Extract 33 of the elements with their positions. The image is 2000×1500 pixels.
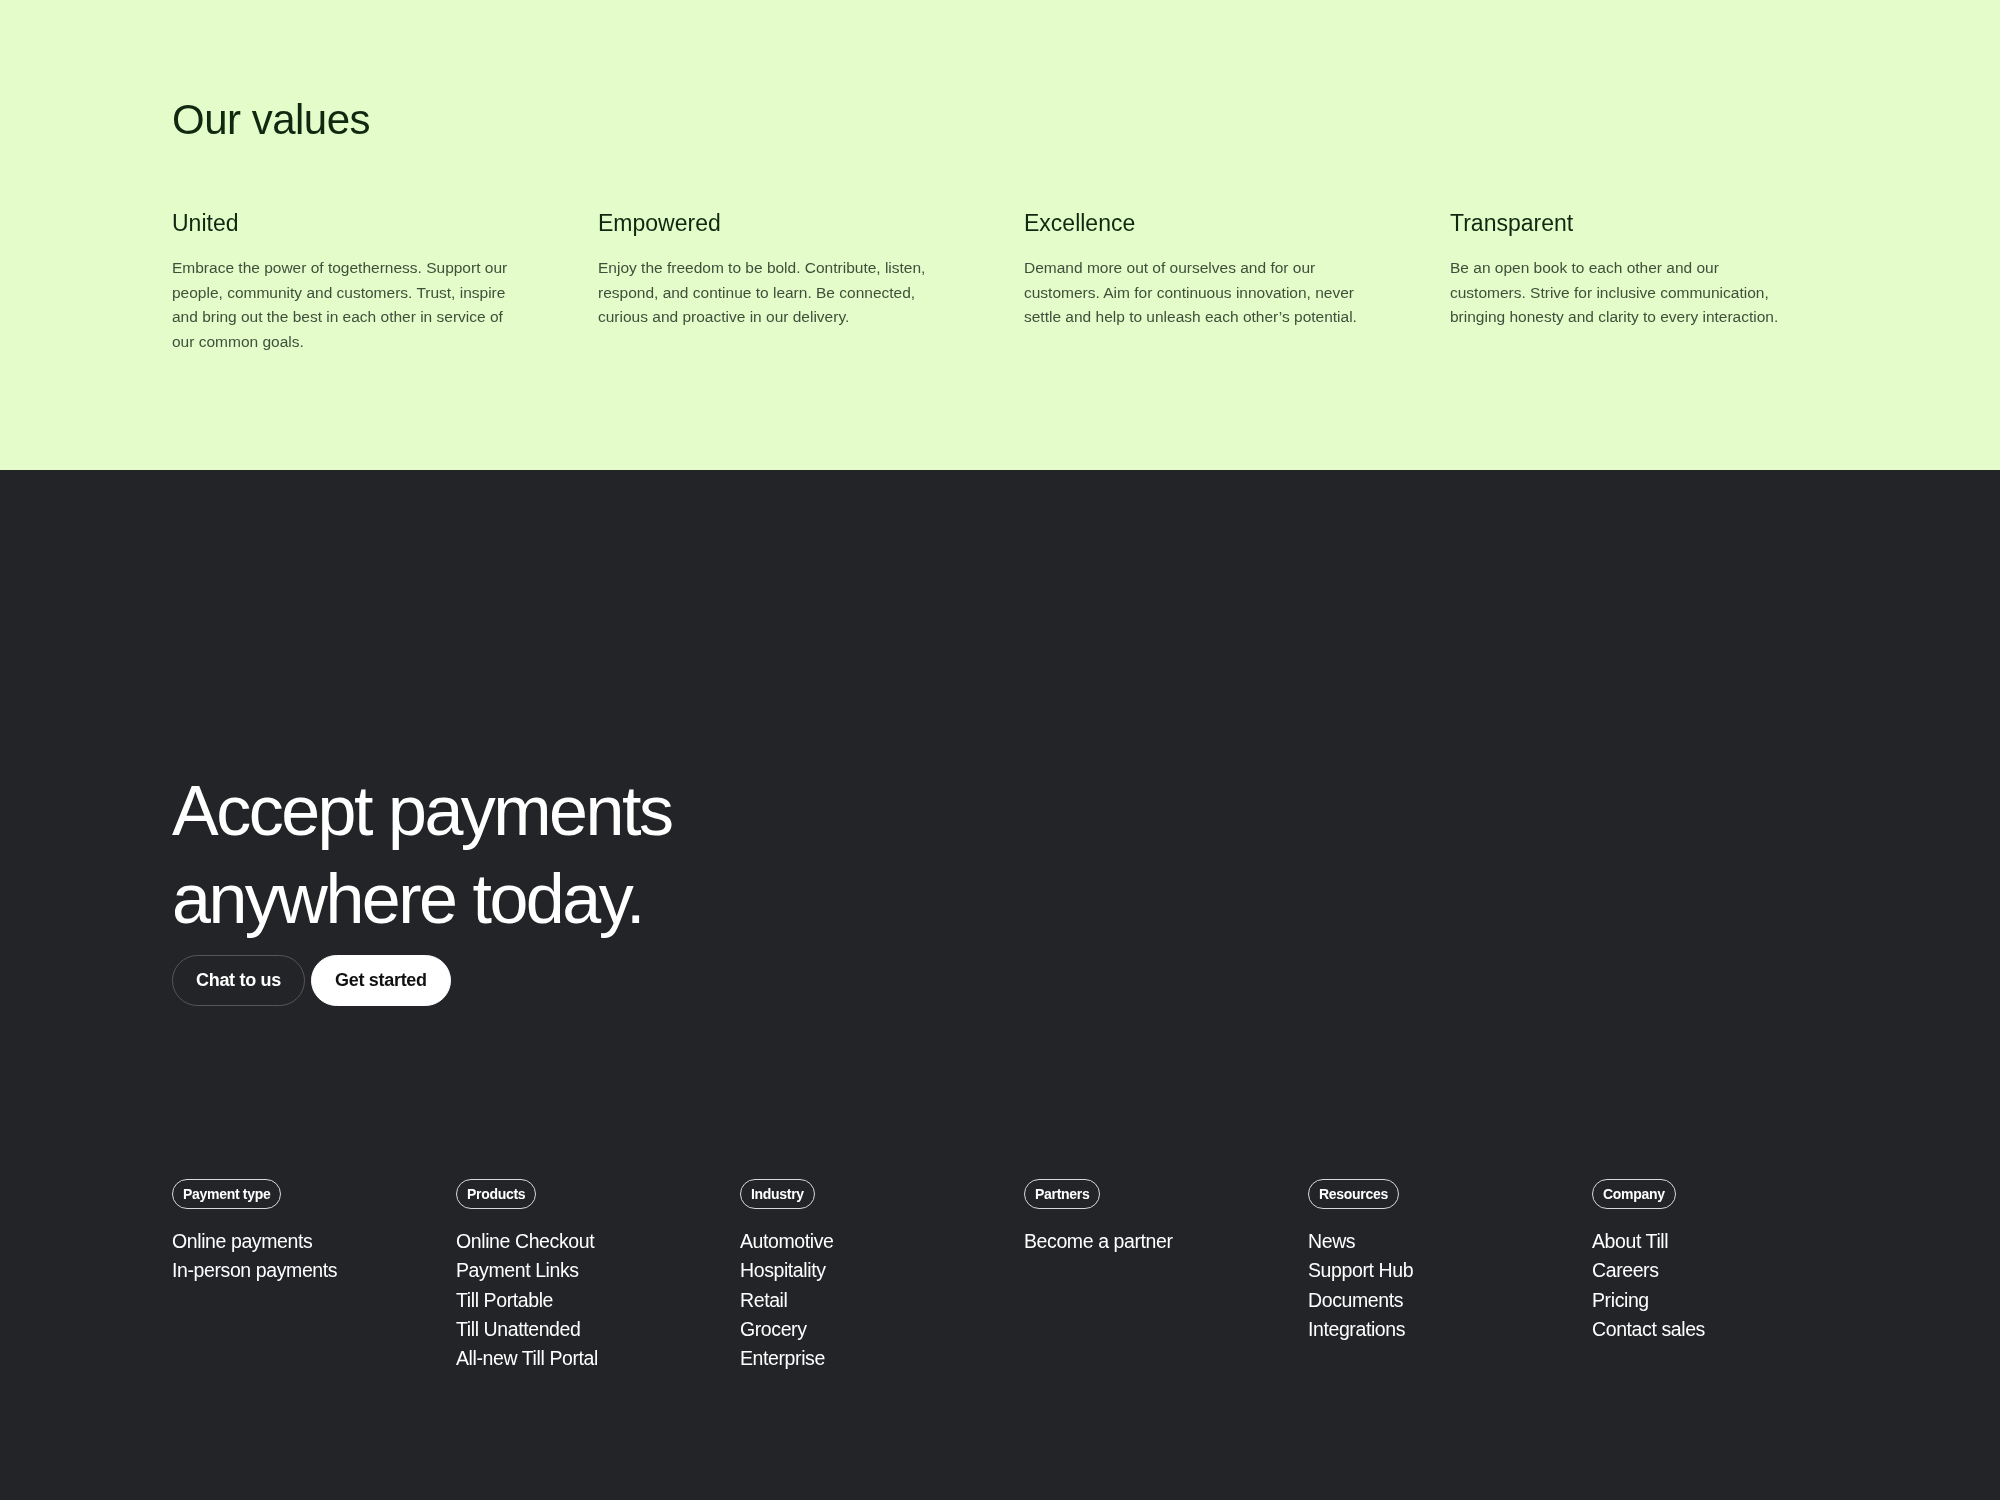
- footer-link[interactable]: Automotive: [740, 1227, 834, 1257]
- footer-link[interactable]: About Till: [1592, 1227, 1705, 1257]
- footer-link[interactable]: News: [1308, 1227, 1414, 1257]
- footer-link[interactable]: Grocery: [740, 1314, 834, 1345]
- value-description: Embrace the power of togetherness. Support our people, community and customers. Trust, inspire and bring out the best in each other in service of our common goals.: [172, 258, 509, 352]
- value-description: Enjoy the freedom to be bold. Contribute, listen, respond, and continue to learn. Be connected, curious and proactive in our delivery.: [598, 258, 927, 327]
- footer-link[interactable]: All-new Till Portal: [456, 1344, 598, 1374]
- footer-link[interactable]: Till Unattended: [456, 1314, 598, 1345]
- footer-link[interactable]: Integrations: [1308, 1314, 1414, 1345]
- footer-link[interactable]: Till Portable: [456, 1285, 598, 1315]
- footer-link[interactable]: Become a partner: [1024, 1227, 1173, 1257]
- footer-link[interactable]: Pricing: [1592, 1285, 1705, 1315]
- footer-link[interactable]: Contact sales: [1592, 1314, 1705, 1345]
- get-started-button[interactable]: Get started: [311, 955, 451, 1006]
- footer-link[interactable]: Payment Links: [456, 1256, 598, 1286]
- footer-link[interactable]: In-person payments: [172, 1256, 338, 1286]
- footer-link[interactable]: Support Hub: [1308, 1256, 1414, 1286]
- footer-link[interactable]: Retail: [740, 1285, 834, 1315]
- headline: Accept payments: [172, 771, 672, 852]
- footer-link[interactable]: Online Checkout: [456, 1227, 598, 1257]
- value-heading: Empowered: [598, 209, 722, 238]
- footer-link[interactable]: Hospitality: [740, 1256, 834, 1286]
- footer-link[interactable]: Careers: [1592, 1256, 1705, 1286]
- value-description: Demand more out of ourselves and for our customers. Aim for continuous innovation, never settle and help to unleash each other’s potential.: [1024, 258, 1358, 327]
- value-heading: Transparent: [1450, 209, 1575, 238]
- headline: anywhere today.: [172, 859, 643, 940]
- section-title: Our values: [172, 95, 372, 145]
- footer-link[interactable]: Enterprise: [740, 1344, 834, 1374]
- footer-link[interactable]: Documents: [1308, 1285, 1414, 1315]
- value-heading: United: [172, 209, 240, 238]
- value-heading: Excellence: [1024, 209, 1137, 238]
- value-description: Be an open book to each other and our customers. Strive for inclusive communication, bringing honesty and clarity to every interaction.: [1450, 258, 1780, 327]
- footer-link[interactable]: Online payments: [172, 1227, 338, 1257]
